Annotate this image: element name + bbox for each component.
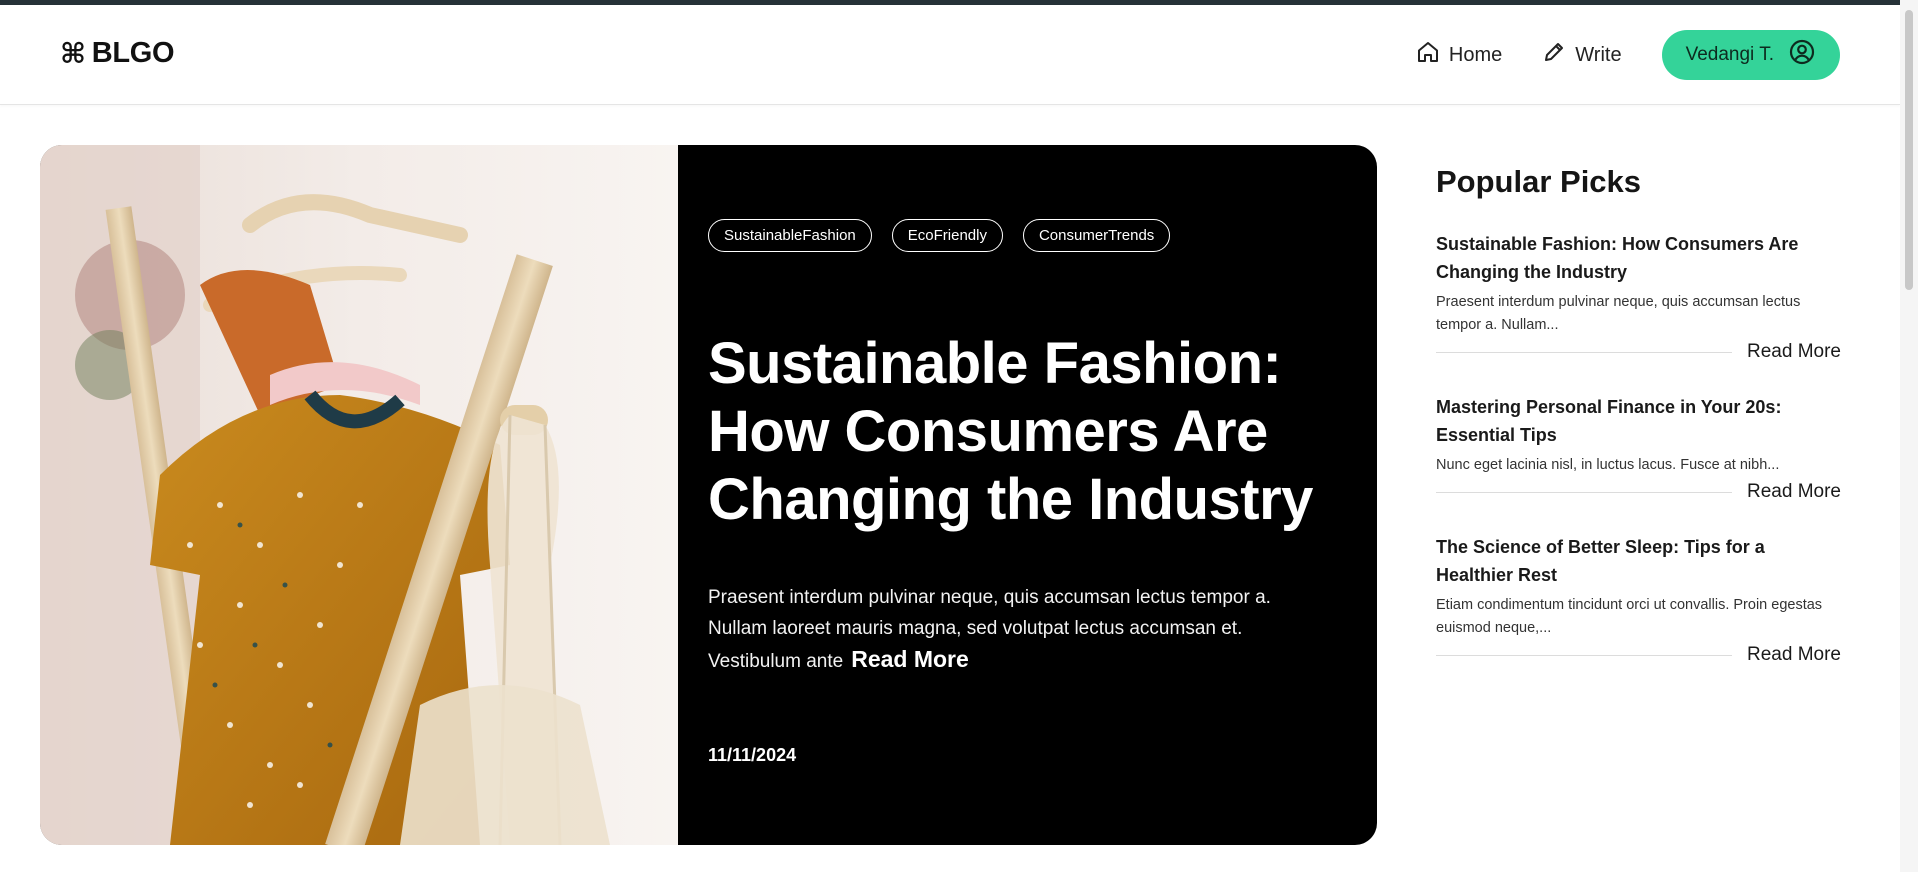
featured-post-content: SustainableFashion EcoFriendly ConsumerT… xyxy=(678,145,1377,845)
divider xyxy=(1436,351,1732,353)
popular-pick-title[interactable]: The Science of Better Sleep: Tips for a … xyxy=(1436,533,1841,589)
user-menu-button[interactable]: Vedangi T. xyxy=(1661,30,1840,80)
brand-name: BLGO xyxy=(91,37,175,69)
featured-post-excerpt-text: Praesent interdum pulvinar neque, quis a… xyxy=(708,587,1271,672)
user-circle-icon xyxy=(1788,38,1816,72)
nav-home-label: Home xyxy=(1448,43,1503,66)
popular-pick-item: The Science of Better Sleep: Tips for a … xyxy=(1436,533,1841,666)
popular-pick-excerpt: Nunc eget lacinia nisl, in luctus lacus.… xyxy=(1436,457,1780,473)
page-scrollbar[interactable] xyxy=(1900,0,1918,872)
popular-pick-excerpt: Praesent interdum pulvinar neque, quis a… xyxy=(1436,294,1801,333)
divider xyxy=(1436,654,1732,656)
nav-write-link[interactable]: Write xyxy=(1542,40,1622,70)
featured-post-date: 11/11/2024 xyxy=(708,745,797,765)
logo[interactable]: ⌘ BLGO xyxy=(60,37,175,70)
popular-pick-item: Mastering Personal Finance in Your 20s: … xyxy=(1436,393,1841,503)
popular-pick-excerpt: Etiam condimentum tincidunt orci ut conv… xyxy=(1436,597,1823,636)
popular-picks-title: Popular Picks xyxy=(1436,164,1642,199)
popular-pick-read-more-link[interactable]: Read More xyxy=(1747,341,1841,363)
divider xyxy=(1436,491,1732,493)
navbar: ⌘ BLGO Home Write Vedangi T. xyxy=(0,5,1900,105)
popular-pick-footer: Read More xyxy=(1436,481,1841,503)
tag-consumertrends[interactable]: ConsumerTrends xyxy=(1022,219,1171,252)
popular-pick-item: Sustainable Fashion: How Consumers Are C… xyxy=(1436,230,1841,363)
popular-pick-title[interactable]: Sustainable Fashion: How Consumers Are C… xyxy=(1436,230,1841,286)
featured-post-image xyxy=(40,145,678,845)
popular-pick-read-more-link[interactable]: Read More xyxy=(1747,481,1841,503)
popular-picks-sidebar: Popular Picks Sustainable Fashion: How C… xyxy=(1436,164,1841,666)
command-icon: ⌘ xyxy=(60,37,86,69)
nav-home-link[interactable]: Home xyxy=(1416,40,1502,70)
popular-pick-read-more-link[interactable]: Read More xyxy=(1747,644,1841,666)
tag-sustainablefashion[interactable]: SustainableFashion xyxy=(708,219,872,252)
home-icon xyxy=(1416,40,1440,70)
featured-post-card[interactable]: SustainableFashion EcoFriendly ConsumerT… xyxy=(40,145,1377,845)
nav-write-label: Write xyxy=(1575,43,1622,66)
popular-pick-footer: Read More xyxy=(1436,644,1841,666)
tag-list: SustainableFashion EcoFriendly ConsumerT… xyxy=(708,219,1347,252)
featured-post-title[interactable]: Sustainable Fashion: How Consumers Are C… xyxy=(708,330,1328,534)
nav-links: Home Write Vedangi T. xyxy=(1416,30,1840,80)
featured-read-more-link[interactable]: Read More xyxy=(851,646,969,672)
tag-ecofriendly[interactable]: EcoFriendly xyxy=(891,219,1003,252)
popular-pick-footer: Read More xyxy=(1436,341,1841,363)
scrollbar-thumb[interactable] xyxy=(1905,10,1913,290)
featured-post-excerpt: Praesent interdum pulvinar neque, quis a… xyxy=(708,582,1328,677)
user-name: Vedangi T. xyxy=(1685,44,1774,65)
pencil-icon xyxy=(1542,40,1566,70)
popular-pick-title[interactable]: Mastering Personal Finance in Your 20s: … xyxy=(1436,393,1841,449)
